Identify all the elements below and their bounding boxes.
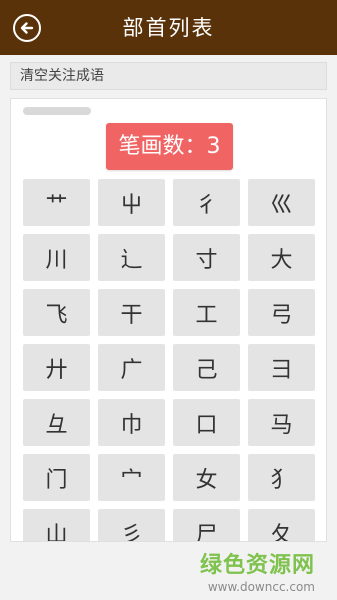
radical-cell[interactable]: 口 [173,399,240,446]
drag-handle[interactable] [23,107,91,115]
radical-cell[interactable]: 宀 [98,454,165,501]
radical-cell[interactable]: 干 [98,289,165,336]
app-header: 部首列表 [0,0,337,55]
radical-cell[interactable]: 川 [23,234,90,281]
radical-cell[interactable]: 辶 [98,234,165,281]
radical-cell[interactable]: 马 [248,399,315,446]
radical-cell[interactable]: 己 [173,344,240,391]
radical-cell[interactable]: 彡 [98,509,165,541]
radical-cell[interactable]: 彐 [248,344,315,391]
radical-cell[interactable]: 门 [23,454,90,501]
radical-cell[interactable]: 山 [23,509,90,541]
clear-followed-idioms-button[interactable]: 清空关注成语 [10,62,327,90]
radical-cell[interactable]: 彑 [23,399,90,446]
radical-cell[interactable]: 犭 [248,454,315,501]
radical-cell[interactable]: 巛 [248,179,315,226]
radical-cell[interactable]: 尸 [173,509,240,541]
radical-cell[interactable]: 弓 [248,289,315,336]
watermark-brand: 绿色资源网 [199,553,315,578]
radical-grid: 艹屮彳巛川辶寸大飞干工弓廾广己彐彑巾口马门宀女犭山彡尸夂 [23,179,315,541]
watermark: 绿色资源网 www.downcc.com [200,547,315,594]
radical-cell[interactable]: 屮 [98,179,165,226]
radical-cell[interactable]: 寸 [173,234,240,281]
radical-cell[interactable]: 彳 [173,179,240,226]
page-title: 部首列表 [122,16,215,40]
radical-cell[interactable]: 大 [248,234,315,281]
radical-cell[interactable]: 廾 [23,344,90,391]
radical-cell[interactable]: 巾 [98,399,165,446]
radical-cell[interactable]: 艹 [23,179,90,226]
radical-panel: 笔画数：3 艹屮彳巛川辶寸大飞干工弓廾广己彐彑巾口马门宀女犭山彡尸夂 [10,98,327,542]
watermark-url: www.downcc.com [207,580,315,594]
radical-cell[interactable]: 女 [173,454,240,501]
radical-cell[interactable]: 飞 [23,289,90,336]
radical-cell[interactable]: 工 [173,289,240,336]
radical-cell[interactable]: 夂 [248,509,315,541]
stroke-count-badge: 笔画数：3 [106,123,233,170]
radical-cell[interactable]: 广 [98,344,165,391]
